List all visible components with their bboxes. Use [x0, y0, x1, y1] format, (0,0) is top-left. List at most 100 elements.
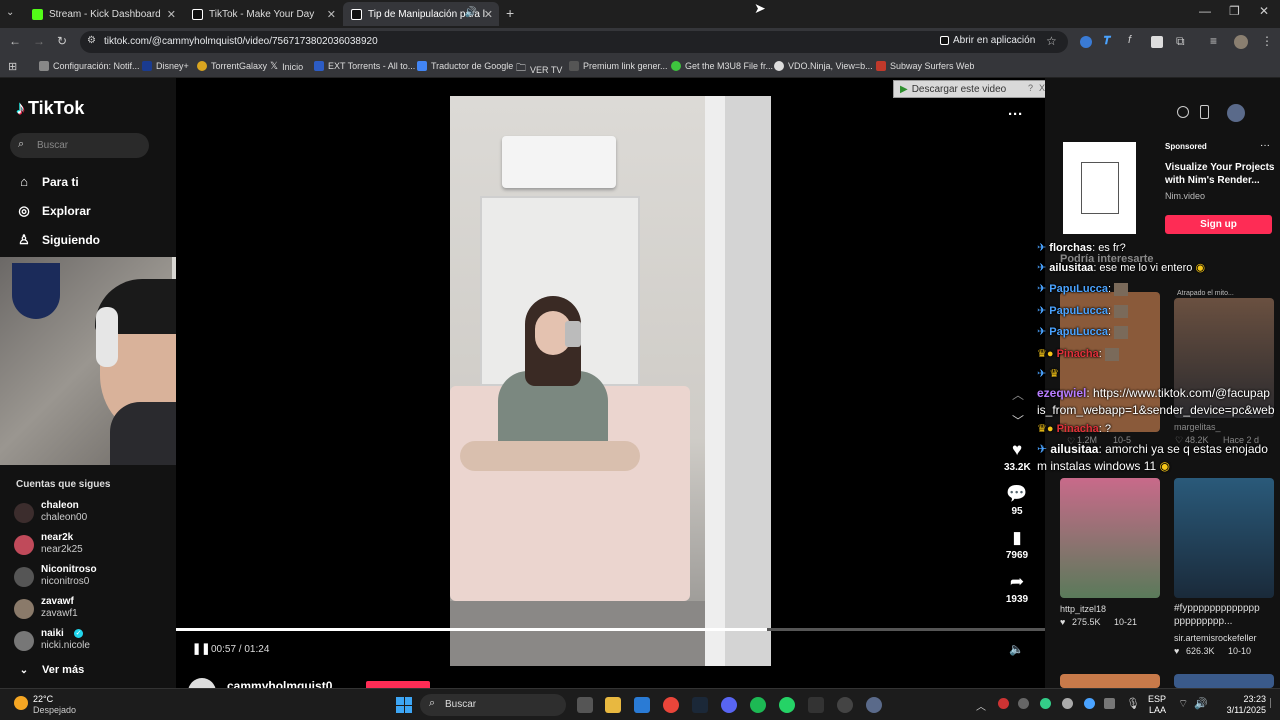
related-caption[interactable]: #fyppppppppppppp ppppppppp...: [1174, 602, 1275, 628]
tray-app-icon[interactable]: [1062, 698, 1073, 709]
task-view-icon[interactable]: [577, 697, 593, 713]
related-video-thumbnail[interactable]: [1060, 674, 1160, 688]
more-options-icon[interactable]: ···: [1260, 140, 1270, 151]
bookmark-item[interactable]: 𝕏 Inicio: [270, 61, 303, 72]
back-icon[interactable]: ←: [9, 34, 21, 48]
nav-siguiendo[interactable]: ♙ Siguiendo: [16, 232, 100, 248]
maximize-button[interactable]: ❐: [1229, 4, 1240, 18]
windows-start-icon[interactable]: [396, 697, 412, 713]
side-panel-icon[interactable]: ≡: [1210, 34, 1217, 48]
language-code[interactable]: ESP: [1148, 694, 1166, 704]
forward-icon[interactable]: →: [33, 34, 45, 48]
previous-video-button[interactable]: ︿: [1012, 386, 1024, 403]
account-name: near2k: [41, 532, 74, 543]
share-button[interactable]: ➦ 1939: [1004, 572, 1030, 605]
profile-avatar[interactable]: [1234, 35, 1248, 49]
steam-icon[interactable]: [692, 697, 708, 713]
bookmark-item[interactable]: EXT Torrents - All to...: [314, 61, 415, 71]
extension-icon[interactable]: [1151, 36, 1163, 48]
weather-sun-icon[interactable]: [14, 696, 28, 710]
related-video-thumbnail[interactable]: [1174, 478, 1274, 598]
tray-app-icon[interactable]: [1018, 698, 1029, 709]
new-tab-button[interactable]: +: [506, 5, 514, 21]
tiktok-logo[interactable]: ♪ TikTok: [16, 98, 84, 119]
menu-icon[interactable]: ⋮: [1261, 34, 1273, 48]
extension-icon[interactable]: 𝑻: [1104, 35, 1111, 48]
search-input[interactable]: ⌕ Buscar: [10, 133, 149, 158]
address-bar[interactable]: ⚙ tiktok.com/@cammyholmquist0/video/7567…: [80, 31, 1068, 53]
spotify-icon[interactable]: [750, 697, 766, 713]
photos-icon[interactable]: [634, 697, 650, 713]
like-button[interactable]: ♥ 33.2K: [1004, 440, 1031, 473]
chrome-icon[interactable]: [663, 697, 679, 713]
close-icon[interactable]: ✕: [167, 8, 176, 21]
bookmark-item[interactable]: 🗀 VER TV: [516, 61, 562, 78]
tray-app-icon[interactable]: [1104, 698, 1115, 709]
related-video-thumbnail[interactable]: [1174, 298, 1274, 418]
compass-icon[interactable]: [1177, 106, 1189, 118]
device-icon[interactable]: [1200, 105, 1209, 119]
download-video-bar[interactable]: ▶ Descargar este video ? X: [893, 80, 1049, 98]
volume-icon[interactable]: 🔈: [1009, 642, 1024, 656]
bookmark-star-icon[interactable]: ☆: [1046, 34, 1057, 48]
bookmark-item[interactable]: Configuración: Notif...: [39, 61, 140, 71]
bookmark-item[interactable]: Disney+: [142, 61, 189, 71]
weather-temp[interactable]: 22°C: [33, 694, 53, 704]
sign-up-button[interactable]: Sign up: [1165, 215, 1272, 234]
clock-time[interactable]: 23:23: [1222, 694, 1266, 704]
extensions-puzzle-icon[interactable]: ⧉: [1176, 34, 1185, 49]
tab-tiktok[interactable]: TikTok - Make Your Day ✕: [184, 2, 342, 26]
related-video-thumbnail[interactable]: [1174, 674, 1274, 688]
save-button[interactable]: ▮ 7969: [1004, 528, 1030, 561]
taskbar-search-input[interactable]: ⌕ Buscar: [420, 694, 566, 716]
sponsored-title[interactable]: Visualize Your Projects with Nim's Rende…: [1165, 161, 1275, 187]
nav-para-ti[interactable]: ⌂ Para ti: [16, 174, 79, 189]
video-player[interactable]: [450, 96, 771, 666]
tray-app-icon[interactable]: [998, 698, 1009, 709]
bookmark-item[interactable]: Get the M3U8 File fr...: [671, 61, 773, 71]
tab-kick[interactable]: Stream - Kick Dashboard ✕: [24, 2, 182, 26]
tab-tiktok-video[interactable]: Tip de Manipulación para l 🔊 ✕: [343, 2, 499, 26]
site-info-icon[interactable]: ⚙: [87, 35, 96, 46]
bookmark-item[interactable]: Premium link gener...: [569, 61, 668, 71]
epic-games-icon[interactable]: [808, 697, 824, 713]
network-icon[interactable]: ⌔: [1178, 697, 1188, 711]
tab-search-icon[interactable]: ⌄: [6, 7, 14, 18]
microphone-icon[interactable]: 🎙: [1126, 697, 1140, 710]
close-icon[interactable]: ✕: [484, 8, 493, 21]
bookmark-item[interactable]: Traductor de Google: [417, 61, 513, 71]
see-more-button[interactable]: ⌄ Ver más: [16, 664, 84, 676]
bookmark-item[interactable]: TorrentGalaxy: [197, 61, 267, 71]
discord-icon[interactable]: [721, 697, 737, 713]
show-desktop-button[interactable]: [1270, 698, 1276, 708]
progress-track[interactable]: [176, 628, 1045, 631]
volume-icon[interactable]: 🔊: [1194, 697, 1208, 710]
tray-app-icon[interactable]: [1084, 698, 1095, 709]
file-explorer-icon[interactable]: [605, 697, 621, 713]
sponsored-thumbnail[interactable]: [1063, 142, 1136, 234]
bookmark-item[interactable]: Subway Surfers Web: [876, 61, 974, 71]
more-options-icon[interactable]: ···: [1008, 106, 1023, 123]
next-video-button[interactable]: ﹀: [1012, 412, 1024, 429]
minimize-button[interactable]: —: [1199, 4, 1211, 18]
tray-app-icon[interactable]: [1040, 698, 1051, 709]
reload-icon[interactable]: ↻: [57, 34, 67, 48]
close-icon[interactable]: ✕: [327, 8, 336, 21]
extension-icon[interactable]: f: [1128, 34, 1131, 46]
pause-icon[interactable]: ❚❚: [192, 642, 210, 655]
whatsapp-icon[interactable]: [779, 697, 795, 713]
obs-icon[interactable]: [837, 697, 853, 713]
help-icon[interactable]: ?: [1028, 83, 1033, 93]
user-avatar[interactable]: [1227, 104, 1245, 122]
speaker-icon[interactable]: 🔊: [465, 7, 477, 18]
comment-button[interactable]: 💬 95: [1004, 484, 1030, 517]
apps-grid-icon[interactable]: ⊞: [8, 60, 17, 73]
related-video-thumbnail[interactable]: [1060, 478, 1160, 598]
open-in-app-button[interactable]: Abrir en aplicación: [940, 35, 1035, 46]
tray-chevron-icon[interactable]: ︿: [976, 698, 986, 713]
extension-icon[interactable]: [1080, 36, 1092, 48]
nav-explorar[interactable]: ◎ Explorar: [16, 203, 90, 219]
settings-icon[interactable]: [866, 697, 882, 713]
close-window-button[interactable]: ✕: [1259, 4, 1269, 18]
bookmark-item[interactable]: VDO.Ninja, View=b...: [774, 61, 873, 71]
